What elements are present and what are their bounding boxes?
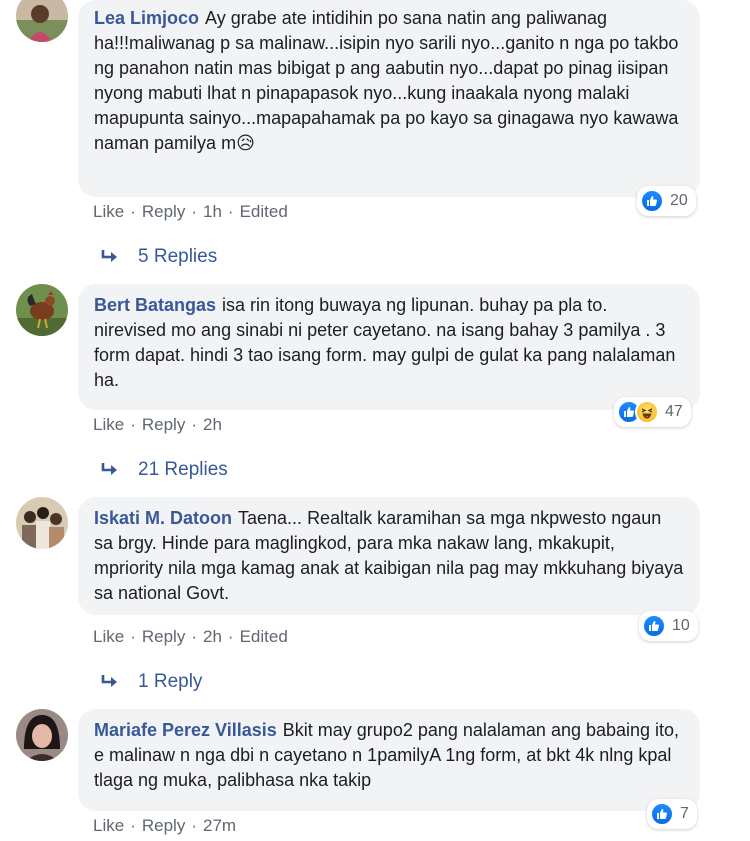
view-replies-link[interactable]: 1 Reply [100, 671, 202, 693]
like-icon [650, 802, 674, 826]
timestamp[interactable]: 1h [203, 202, 222, 222]
view-replies-link[interactable]: 5 Replies [100, 246, 217, 268]
comment-bubble: Mariafe Perez Villasis Bkit may grupo2 pa… [78, 709, 700, 811]
comment-bubble: Bert Batangas isa rin itong buwaya ng lip… [78, 284, 700, 410]
haha-icon [635, 400, 659, 424]
reply-arrow-icon [101, 250, 117, 262]
comment-bubble: Iskati M. Datoon Taena... Realtalk karami… [78, 497, 700, 615]
comment-author[interactable]: Bert Batangas [94, 295, 216, 315]
avatar[interactable] [16, 497, 68, 549]
comment-actions: Like · Reply · 27m [93, 816, 236, 836]
like-icon [640, 189, 664, 213]
replies-count: 21 Replies [138, 459, 228, 480]
reaction-summary[interactable]: 20 [637, 186, 696, 216]
comment-text: Ay grabe ate intidihin po sana natin ang… [94, 8, 679, 153]
separator: · [130, 816, 136, 835]
edited-label[interactable]: Edited [240, 627, 288, 647]
separator: · [227, 202, 234, 221]
edited-label[interactable]: Edited [240, 202, 288, 222]
reply-link[interactable]: Reply [142, 816, 185, 836]
comment-author[interactable]: Iskati M. Datoon [94, 508, 232, 528]
separator: · [130, 627, 136, 646]
separator: · [227, 627, 234, 646]
separator: · [130, 202, 136, 221]
reaction-summary[interactable]: 10 [639, 611, 698, 641]
separator: · [191, 202, 197, 221]
reaction-count: 10 [672, 617, 690, 634]
reply-arrow-icon [101, 675, 117, 687]
like-link[interactable]: Like [93, 816, 124, 836]
avatar-person-icon [16, 709, 68, 761]
reaction-count: 7 [680, 805, 689, 822]
reaction-count: 47 [665, 403, 683, 420]
reply-link[interactable]: Reply [142, 415, 185, 435]
comment-author[interactable]: Mariafe Perez Villasis [94, 720, 277, 740]
comment-actions: Like · Reply · 1h · Edited [93, 202, 288, 222]
reaction-summary[interactable]: 7 [647, 799, 697, 829]
comment-bubble: Lea Limjoco Ay grabe ate intidihin po san… [78, 0, 700, 197]
reaction-count: 20 [670, 192, 688, 209]
timestamp[interactable]: 27m [203, 816, 236, 836]
comment-author[interactable]: Lea Limjoco [94, 8, 199, 28]
like-link[interactable]: Like [93, 627, 124, 647]
separator: · [191, 627, 197, 646]
like-icon [642, 614, 666, 638]
reply-link[interactable]: Reply [142, 627, 185, 647]
view-replies-link[interactable]: 21 Replies [100, 459, 228, 481]
reaction-summary[interactable]: 47 [614, 397, 691, 427]
separator: · [130, 415, 136, 434]
comment-actions: Like · Reply · 2h [93, 415, 222, 435]
sad-emoji-icon: 😥 [236, 133, 255, 153]
replies-count: 5 Replies [138, 246, 218, 267]
avatar[interactable] [16, 0, 68, 42]
avatar[interactable] [16, 284, 68, 336]
separator: · [191, 415, 197, 434]
avatar[interactable] [16, 709, 68, 761]
separator: · [191, 816, 197, 835]
reply-arrow-icon [101, 463, 117, 475]
avatar-rooster-icon [16, 284, 68, 336]
timestamp[interactable]: 2h [203, 627, 222, 647]
comment-actions: Like · Reply · 2h · Edited [93, 627, 288, 647]
avatar-photo-icon [16, 0, 68, 42]
avatar-group-photo-icon [16, 497, 68, 549]
timestamp[interactable]: 2h [203, 415, 222, 435]
reply-link[interactable]: Reply [142, 202, 185, 222]
like-link[interactable]: Like [93, 415, 124, 435]
replies-count: 1 Reply [138, 671, 203, 692]
like-link[interactable]: Like [93, 202, 124, 222]
